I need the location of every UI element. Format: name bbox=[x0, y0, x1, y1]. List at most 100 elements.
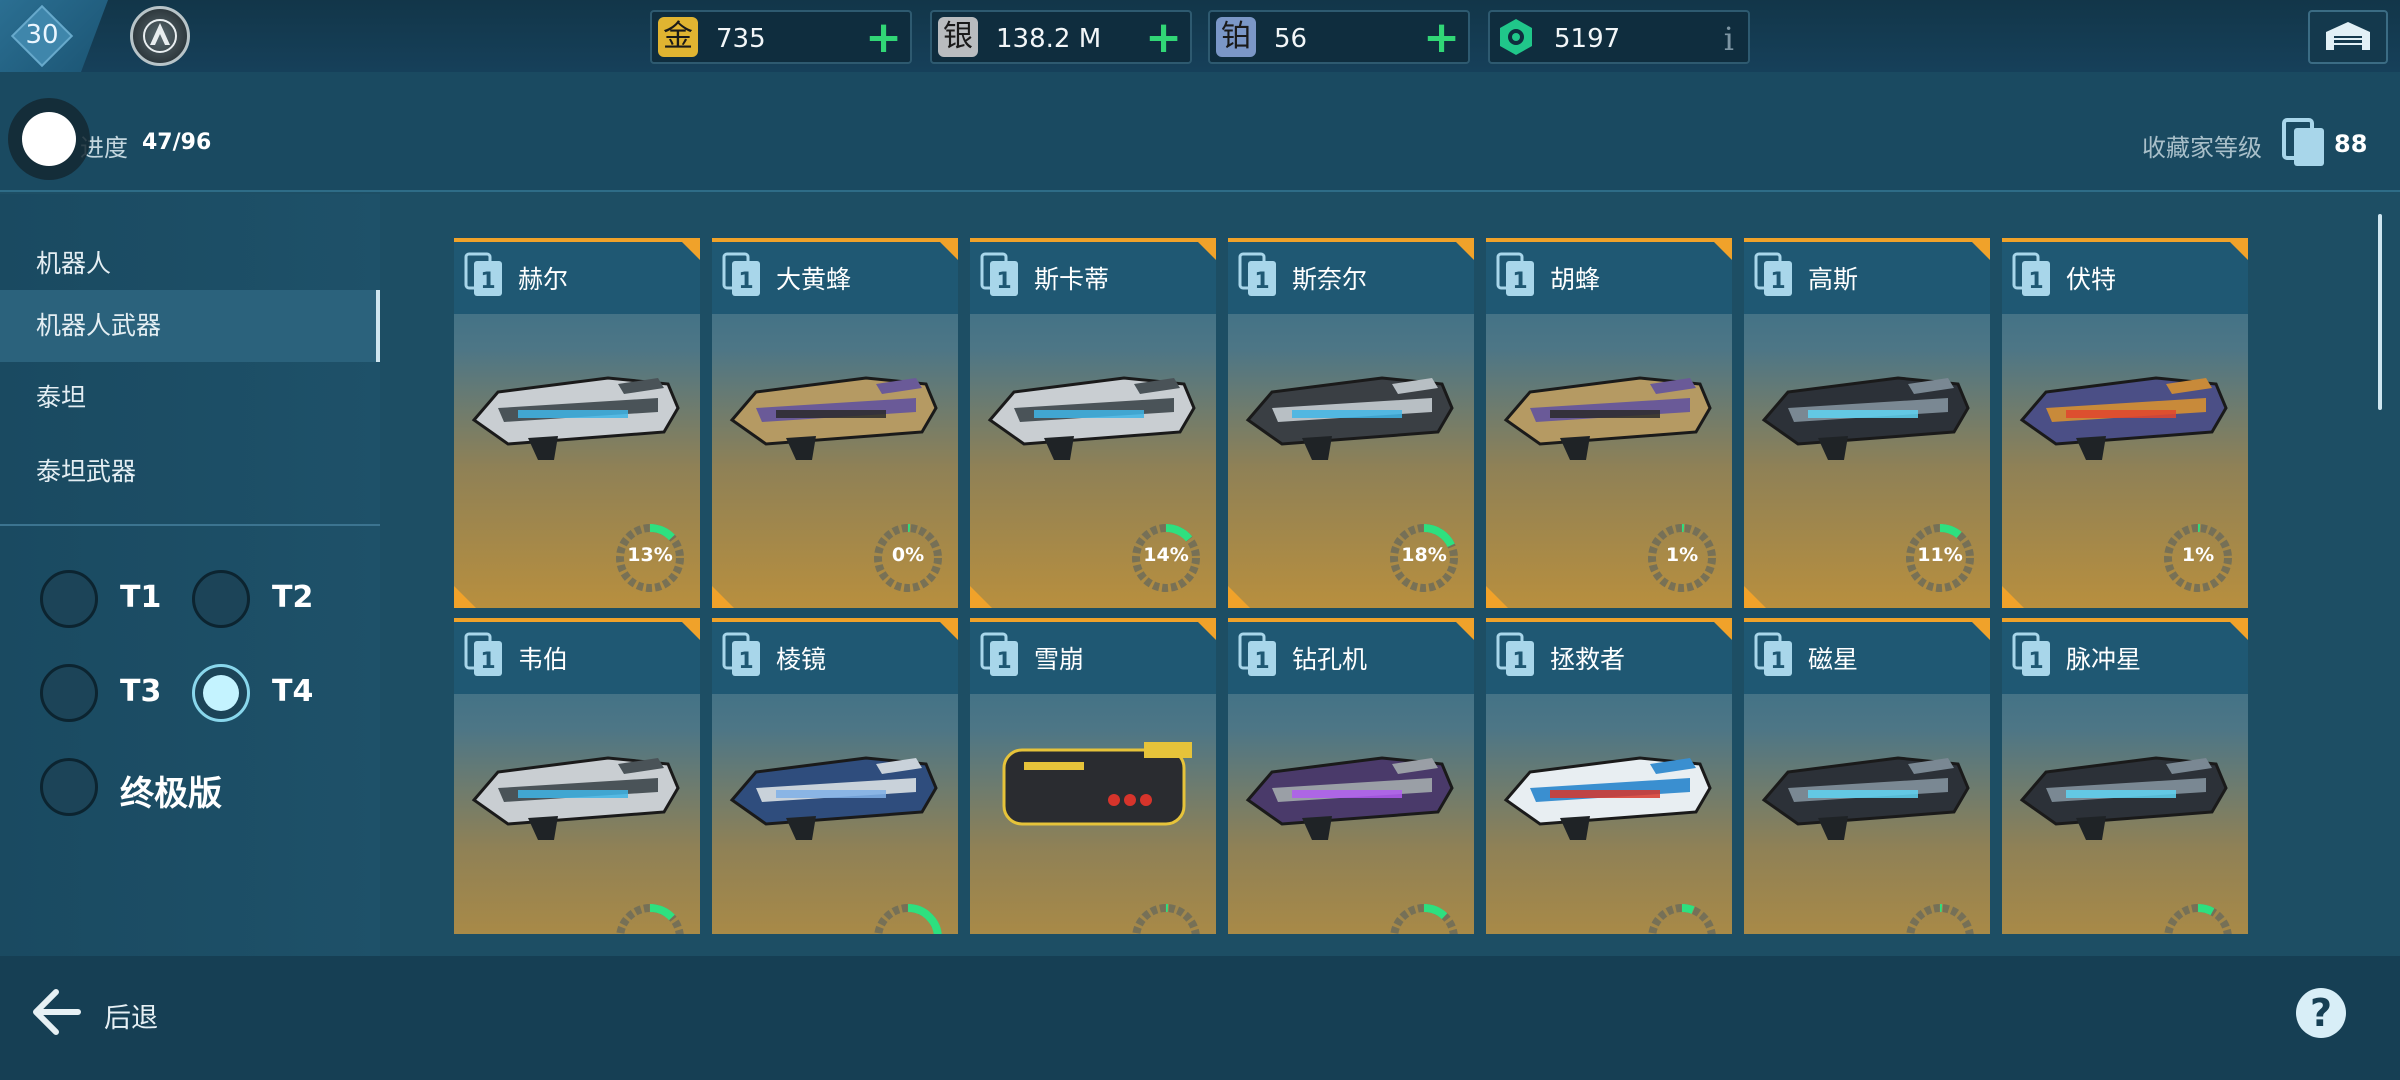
card-corner-accent bbox=[2002, 586, 2024, 608]
tier-number: 1 bbox=[1254, 269, 1269, 294]
tier-card-icon: 1 bbox=[980, 252, 1018, 296]
weapon-card[interactable]: 1 雪崩 bbox=[970, 618, 1216, 934]
back-button[interactable]: 后退 bbox=[104, 996, 158, 1035]
tier-card-icon: 1 bbox=[1754, 252, 1792, 296]
tier-t2-label: T2 bbox=[272, 580, 314, 615]
weapon-card[interactable]: 1 脉冲星 bbox=[2002, 618, 2248, 934]
avatar[interactable] bbox=[22, 112, 76, 166]
weapon-card[interactable]: 1 高斯 11% bbox=[1744, 238, 1990, 608]
collection-percent: 18% bbox=[1401, 544, 1447, 566]
tier-t3-radio[interactable] bbox=[40, 664, 98, 722]
card-corner-accent bbox=[1452, 618, 1474, 640]
weapon-name: 脉冲星 bbox=[2066, 645, 2142, 674]
collection-progress-ring bbox=[1132, 904, 1200, 934]
card-corner-accent bbox=[454, 586, 476, 608]
tier-ultimate-label: 终极版 bbox=[120, 774, 222, 814]
key-info-button[interactable]: i bbox=[1724, 20, 1734, 58]
silver-amount: 138.2 M bbox=[996, 24, 1102, 54]
key-icon bbox=[1496, 17, 1536, 57]
help-button[interactable]: ? bbox=[2296, 988, 2346, 1038]
key-amount: 5197 bbox=[1554, 24, 1621, 54]
tier-number: 1 bbox=[480, 649, 495, 674]
weapon-card[interactable]: 1 钻孔机 bbox=[1228, 618, 1474, 934]
card-corner-accent bbox=[2226, 238, 2248, 260]
weapon-name: 高斯 bbox=[1808, 265, 1859, 294]
tier-card-icon: 1 bbox=[1238, 252, 1276, 296]
tier-number: 1 bbox=[1254, 649, 1269, 674]
tier-number: 1 bbox=[2028, 649, 2043, 674]
grid-scrollbar[interactable] bbox=[2378, 214, 2382, 410]
silver-icon: 银 bbox=[938, 17, 978, 57]
tier-card-icon: 1 bbox=[1754, 632, 1792, 676]
weapon-image bbox=[1500, 728, 1718, 848]
card-accent-line bbox=[1228, 238, 1474, 242]
tier-card-icon: 1 bbox=[722, 252, 760, 296]
tier-t4-label: T4 bbox=[272, 674, 314, 709]
weapon-name: 伏特 bbox=[2066, 265, 2117, 294]
card-accent-line bbox=[1486, 618, 1732, 622]
collection-progress-ring bbox=[874, 904, 942, 934]
weapon-card[interactable]: 1 磁星 bbox=[1744, 618, 1990, 934]
weapon-card[interactable]: 1 胡蜂 1% bbox=[1486, 238, 1732, 608]
tier-card-icon: 1 bbox=[980, 632, 1018, 676]
tier-number: 1 bbox=[996, 649, 1011, 674]
collection-progress-ring bbox=[616, 904, 684, 934]
card-corner-accent bbox=[712, 586, 734, 608]
weapon-card[interactable]: 1 拯救者 bbox=[1486, 618, 1732, 934]
platinum-amount: 56 bbox=[1274, 24, 1308, 54]
tier-number: 1 bbox=[738, 269, 753, 294]
hangar-icon bbox=[2326, 22, 2370, 50]
weapon-name: 棱镜 bbox=[776, 645, 827, 674]
weapon-card[interactable]: 1 韦伯 bbox=[454, 618, 700, 934]
collector-level-value: 88 bbox=[2334, 130, 2368, 158]
tier-t2-radio[interactable] bbox=[192, 570, 250, 628]
sidebar-item-titan-weapons[interactable]: 泰坦武器 bbox=[0, 436, 380, 508]
card-corner-accent bbox=[936, 618, 958, 640]
league-badge-icon[interactable] bbox=[130, 6, 190, 66]
weapon-name: 钻孔机 bbox=[1292, 645, 1368, 674]
footer-bar bbox=[0, 956, 2400, 1080]
tier-card-icon: 1 bbox=[464, 252, 502, 296]
category-sidebar: 机器人 机器人武器 泰坦 泰坦武器 T1 T2 T3 T4 终极版 bbox=[0, 194, 380, 956]
tier-t1-radio[interactable] bbox=[40, 570, 98, 628]
back-arrow-icon[interactable] bbox=[30, 986, 82, 1038]
weapon-image bbox=[2016, 348, 2234, 468]
weapon-image bbox=[2016, 728, 2234, 848]
weapon-card[interactable]: 1 斯奈尔 18% bbox=[1228, 238, 1474, 608]
weapon-card[interactable]: 1 伏特 1% bbox=[2002, 238, 2248, 608]
card-accent-line bbox=[2002, 618, 2248, 622]
tier-ultimate-radio[interactable] bbox=[40, 758, 98, 816]
gold-add-button[interactable]: + bbox=[865, 16, 902, 60]
card-accent-line bbox=[454, 618, 700, 622]
card-corner-accent bbox=[1486, 586, 1508, 608]
weapon-card[interactable]: 1 斯卡蒂 14% bbox=[970, 238, 1216, 608]
tier-t3-label: T3 bbox=[120, 674, 162, 709]
progress-value: 47/96 bbox=[142, 130, 212, 155]
sidebar-item-titans[interactable]: 泰坦 bbox=[0, 362, 380, 434]
weapon-card[interactable]: 1 棱镜 bbox=[712, 618, 958, 934]
collection-percent: 1% bbox=[1665, 544, 1699, 566]
weapon-image bbox=[468, 728, 686, 848]
tier-t4-radio[interactable] bbox=[192, 664, 250, 722]
weapon-card[interactable]: 1 大黄蜂 0% bbox=[712, 238, 958, 608]
weapon-image bbox=[1242, 348, 1460, 468]
sidebar-divider bbox=[0, 524, 380, 526]
silver-add-button[interactable]: + bbox=[1145, 16, 1182, 60]
weapon-collection-grid: 1 赫尔 13% 1 大黄蜂 0% 1 斯卡蒂 14% 1 斯奈尔 18% 1 胡蜂 1% 1 高斯 11% 1 伏特… bbox=[454, 238, 2250, 934]
card-corner-accent bbox=[1228, 586, 1250, 608]
card-accent-line bbox=[712, 238, 958, 242]
weapon-card[interactable]: 1 赫尔 13% bbox=[454, 238, 700, 608]
collector-level-label: 收藏家等级 bbox=[2142, 134, 2262, 162]
weapon-image bbox=[1242, 728, 1460, 848]
collection-percent: 1% bbox=[2181, 544, 2215, 566]
tier-number: 1 bbox=[2028, 269, 2043, 294]
collection-progress-ring bbox=[1648, 904, 1716, 934]
weapon-name: 拯救者 bbox=[1550, 645, 1626, 674]
tier-card-icon: 1 bbox=[2012, 252, 2050, 296]
sidebar-item-robot-weapons[interactable]: 机器人武器 bbox=[0, 290, 380, 362]
weapon-name: 斯奈尔 bbox=[1292, 265, 1368, 294]
platinum-add-button[interactable]: + bbox=[1423, 16, 1460, 60]
weapon-image bbox=[984, 728, 1202, 848]
hangar-button[interactable] bbox=[2308, 10, 2388, 64]
card-corner-accent bbox=[1968, 238, 1990, 260]
